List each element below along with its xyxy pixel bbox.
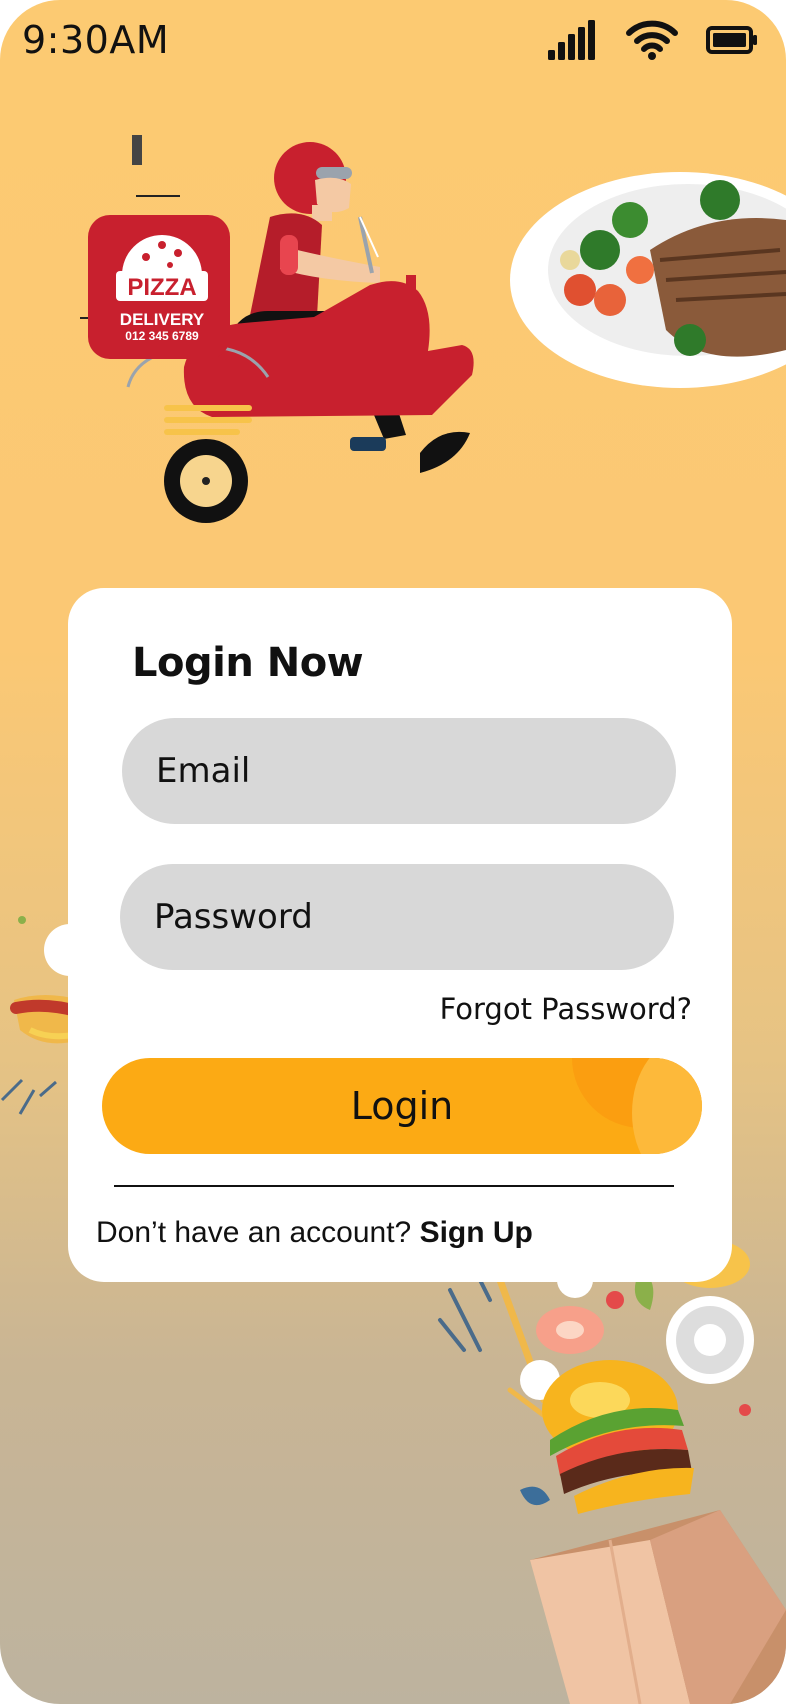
- signup-link[interactable]: Sign Up: [420, 1216, 533, 1249]
- login-button[interactable]: Login: [102, 1058, 702, 1154]
- burger-bag-illustration: [438, 1240, 786, 1704]
- forgot-password-link[interactable]: Forgot Password?: [440, 992, 692, 1026]
- wifi-icon: [626, 20, 678, 60]
- login-screen: 9:30AM PIZZA DELIVERY 012 345 6789 Login…: [0, 0, 786, 1704]
- email-field-container: [122, 718, 676, 824]
- divider: [114, 1185, 674, 1187]
- signal-icon: [548, 20, 595, 60]
- box-phone-text: 012 345 6789: [125, 329, 199, 343]
- status-icons: [548, 20, 758, 60]
- email-field[interactable]: [122, 751, 676, 791]
- delivery-scooter-illustration: PIZZA DELIVERY 012 345 6789: [80, 135, 474, 523]
- login-card: Login Now Forgot Password? Login Don’t h…: [68, 588, 732, 1282]
- signup-row: Don’t have an account? Sign Up: [96, 1216, 533, 1250]
- box-brand-text: PIZZA: [127, 274, 196, 301]
- password-field[interactable]: [120, 897, 674, 937]
- button-decoration: [632, 1058, 702, 1154]
- signup-prompt: Don’t have an account?: [96, 1216, 420, 1249]
- salad-plate-illustration: [510, 172, 786, 388]
- box-label-text: DELIVERY: [120, 310, 205, 329]
- battery-icon: [706, 26, 757, 54]
- password-field-container: [120, 864, 674, 970]
- login-button-label: Login: [350, 1084, 454, 1128]
- login-title: Login Now: [132, 640, 364, 686]
- status-time: 9:30AM: [22, 18, 170, 62]
